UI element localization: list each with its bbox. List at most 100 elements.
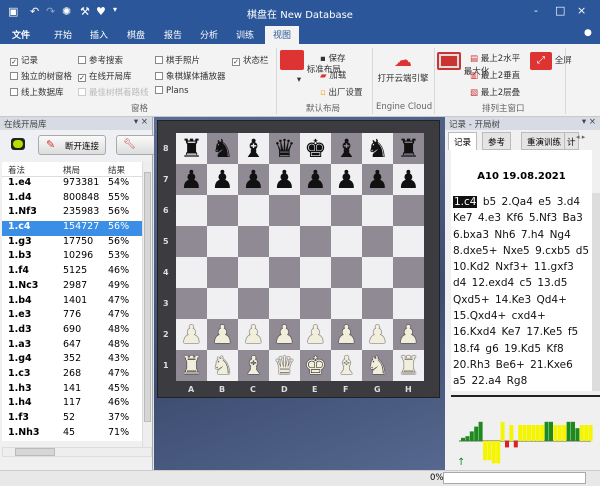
square-e2[interactable]: ♟ [300, 319, 331, 350]
checkbox-icon[interactable] [10, 88, 18, 96]
table-row[interactable]: 1.b3 10296 53% [2, 250, 142, 265]
white-pawn-icon[interactable]: ♟ [273, 320, 295, 349]
tab-scroll-arrows[interactable]: ◂ ▸ [576, 133, 585, 141]
checkbox-icon[interactable] [78, 56, 86, 64]
help-icon[interactable]: ● [584, 28, 592, 38]
table-row[interactable]: 1.e3 776 47% [2, 309, 142, 324]
notation-scrollbar[interactable] [592, 193, 600, 391]
tab-view[interactable]: 视图 [265, 26, 300, 44]
square-e6[interactable] [300, 195, 331, 226]
square-c7[interactable]: ♟ [238, 164, 269, 195]
white-knight-icon[interactable]: ♞ [366, 351, 388, 380]
square-h7[interactable]: ♟ [393, 164, 424, 195]
table-row[interactable]: 1.b4 1401 47% [2, 295, 142, 310]
black-pawn-icon[interactable]: ♟ [366, 165, 388, 194]
white-pawn-icon[interactable]: ♟ [335, 320, 357, 349]
tab-board[interactable]: 棋盘 [127, 28, 145, 41]
square-g2[interactable]: ♟ [362, 319, 393, 350]
black-pawn-icon[interactable]: ♟ [397, 165, 419, 194]
square-a5[interactable] [176, 226, 207, 257]
checkbox-icon[interactable] [155, 86, 163, 94]
checkbox-icon[interactable] [10, 72, 18, 80]
current-move[interactable]: 1.c4 [453, 196, 478, 208]
square-d7[interactable]: ♟ [269, 164, 300, 195]
scroll-thumb[interactable] [15, 448, 55, 456]
square-d5[interactable] [269, 226, 300, 257]
checkbox-media-player[interactable]: 象棋媒体播放器 [155, 70, 226, 82]
square-h6[interactable] [393, 195, 424, 226]
square-g8[interactable]: ♞ [362, 133, 393, 164]
square-c5[interactable] [238, 226, 269, 257]
square-h5[interactable] [393, 226, 424, 257]
tab-training[interactable]: 训练 [236, 28, 254, 41]
tab-file[interactable]: 文件 [12, 28, 30, 41]
checkbox-online-db[interactable]: 线上数据库 [10, 86, 64, 98]
black-rook-icon[interactable]: ♜ [180, 134, 202, 163]
tab-reference[interactable]: 参考 [482, 132, 512, 150]
scroll-thumb[interactable] [144, 172, 151, 422]
table-row[interactable]: 1.d4 800848 55% [2, 192, 142, 207]
black-queen-icon[interactable]: ♛ [273, 134, 295, 163]
square-a6[interactable] [176, 195, 207, 226]
tab-replay-training[interactable]: 重演训练 [521, 132, 568, 150]
square-a8[interactable]: ♜ [176, 133, 207, 164]
black-pawn-icon[interactable]: ♟ [335, 165, 357, 194]
checkbox-icon[interactable] [155, 72, 163, 80]
black-pawn-icon[interactable]: ♟ [180, 165, 202, 194]
column-header-result[interactable]: 结果 [108, 164, 125, 176]
table-row[interactable]: 1.a3 647 48% [2, 339, 142, 354]
column-header-games[interactable]: 棋局 [63, 164, 80, 176]
square-e5[interactable] [300, 226, 331, 257]
square-b7[interactable]: ♟ [207, 164, 238, 195]
square-h3[interactable] [393, 288, 424, 319]
table-row[interactable]: 1.c3 268 47% [2, 368, 142, 383]
square-a7[interactable]: ♟ [176, 164, 207, 195]
table-row[interactable]: 1.Nc3 2987 49% [2, 280, 142, 295]
tab-analysis[interactable]: 分析 [200, 28, 218, 41]
square-g1[interactable]: ♞ [362, 350, 393, 381]
square-c6[interactable] [238, 195, 269, 226]
checkbox-tree-pane[interactable]: 独立的树窗格 [10, 70, 72, 82]
black-rook-icon[interactable]: ♜ [397, 134, 419, 163]
checkbox-player-photo[interactable]: 棋手照片 [155, 54, 200, 66]
square-f2[interactable]: ♟ [331, 319, 362, 350]
square-c8[interactable]: ♝ [238, 133, 269, 164]
maximize-button[interactable]: □ [555, 4, 565, 17]
white-pawn-icon[interactable]: ♟ [211, 320, 233, 349]
fullscreen-button[interactable]: ⤢ 全屏 [530, 52, 572, 74]
black-pawn-icon[interactable]: ♟ [242, 165, 264, 194]
square-b2[interactable]: ♟ [207, 319, 238, 350]
table-row[interactable]: 1.g4 352 43% [2, 353, 142, 368]
table-row[interactable]: 1.d3 690 48% [2, 324, 142, 339]
notation-text[interactable]: 1.c4 b5 2.Qa4 e5 3.d4 Ke7 4.e3 Kf6 5.Nf3… [451, 193, 592, 391]
square-d4[interactable] [269, 257, 300, 288]
disconnect-button[interactable]: ✎ 断开连接 [38, 135, 106, 155]
white-rook-icon[interactable]: ♜ [397, 351, 419, 380]
horizontal-scrollbar[interactable] [2, 447, 152, 457]
top2-vertical-button[interactable]: ▥ 最上2垂直 [470, 69, 520, 81]
square-c2[interactable]: ♟ [238, 319, 269, 350]
square-c3[interactable] [238, 288, 269, 319]
square-b8[interactable]: ♞ [207, 133, 238, 164]
square-e7[interactable]: ♟ [300, 164, 331, 195]
square-d8[interactable]: ♛ [269, 133, 300, 164]
white-king-icon[interactable]: ♚ [304, 351, 326, 380]
black-knight-icon[interactable]: ♞ [211, 134, 233, 163]
table-row[interactable]: 1.Nf3 235983 56% [2, 206, 142, 221]
square-f4[interactable] [331, 257, 362, 288]
square-e8[interactable]: ♚ [300, 133, 331, 164]
table-row[interactable]: 1.h4 117 46% [2, 397, 142, 412]
square-e1[interactable]: ♚ [300, 350, 331, 381]
tab-home[interactable]: 开始 [54, 28, 72, 41]
save-layout-button[interactable]: ▪ 保存 [320, 52, 345, 64]
table-row[interactable]: 1.Nh3 45 71% [2, 427, 142, 442]
white-pawn-icon[interactable]: ♟ [397, 320, 419, 349]
square-b5[interactable] [207, 226, 238, 257]
checkbox-ref-search[interactable]: 参考搜索 [78, 54, 123, 66]
tab-notation[interactable]: 记录 [448, 132, 478, 150]
square-h4[interactable] [393, 257, 424, 288]
square-g3[interactable] [362, 288, 393, 319]
square-g7[interactable]: ♟ [362, 164, 393, 195]
square-d3[interactable] [269, 288, 300, 319]
black-pawn-icon[interactable]: ♟ [304, 165, 326, 194]
